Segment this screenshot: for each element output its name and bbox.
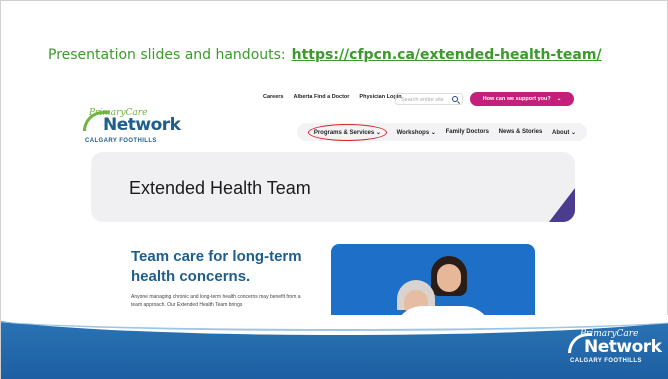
section-body: Anyone managing chronic and long-term he… (131, 294, 301, 308)
slide-caption: Presentation slides and handouts: https:/… (48, 47, 602, 63)
website-screenshot: PrimaryCare Network CALGARY FOOTHILLS Ca… (77, 89, 589, 317)
presentation-slide: Presentation slides and handouts: https:/… (0, 0, 668, 379)
main-nav: Programs & Services ⌄ Workshops ⌄ Family… (297, 123, 587, 141)
hero-banner: Extended Health Team (91, 152, 575, 222)
nav-about[interactable]: About ⌄ (552, 129, 576, 136)
site-logo[interactable]: PrimaryCare Network CALGARY FOOTHILLS (83, 106, 193, 150)
chevron-down-icon: ⌄ (556, 96, 562, 102)
nav-family-doctors[interactable]: Family Doctors (446, 129, 489, 135)
nav-about-label: About (552, 129, 570, 136)
nav-programs-services[interactable]: Programs & Services ⌄ (307, 123, 387, 141)
top-nav-find-doctor[interactable]: Alberta Find a Doctor (294, 94, 350, 100)
search-input[interactable]: Search entire site (395, 93, 463, 105)
hero-photo (331, 244, 535, 317)
footer-logo-network: Network (584, 337, 662, 357)
caption-link[interactable]: https://cfpcn.ca/extended-health-team/ (292, 47, 602, 63)
page-title: Extended Health Team (129, 178, 311, 198)
footer-logo: PrimaryCare Network CALGARY FOOTHILLS (564, 328, 662, 370)
search-placeholder: Search entire site (401, 97, 444, 103)
photo-caregiver (431, 256, 467, 296)
help-button[interactable]: How can we support you? ⌄ (470, 92, 574, 106)
footer-logo-subtitle: CALGARY FOOTHILLS (570, 358, 642, 364)
top-nav: Careers Alberta Find a Doctor Physician … (263, 94, 402, 100)
top-nav-careers[interactable]: Careers (263, 94, 284, 100)
nav-workshops[interactable]: Workshops ⌄ (397, 129, 436, 136)
nav-news-stories[interactable]: News & Stories (499, 129, 543, 135)
hero-corner-accent (549, 188, 575, 222)
search-icon[interactable] (452, 96, 458, 102)
caption-label: Presentation slides and handouts: (48, 47, 286, 63)
help-button-label: How can we support you? (482, 96, 551, 102)
section-title: Team care for long-term health concerns. (131, 248, 302, 285)
nav-workshops-label: Workshops (396, 129, 430, 136)
nav-programs-services-label: Programs & Services (313, 129, 375, 136)
logo-network: Network (103, 115, 181, 135)
logo-subtitle: CALGARY FOOTHILLS (85, 138, 157, 144)
